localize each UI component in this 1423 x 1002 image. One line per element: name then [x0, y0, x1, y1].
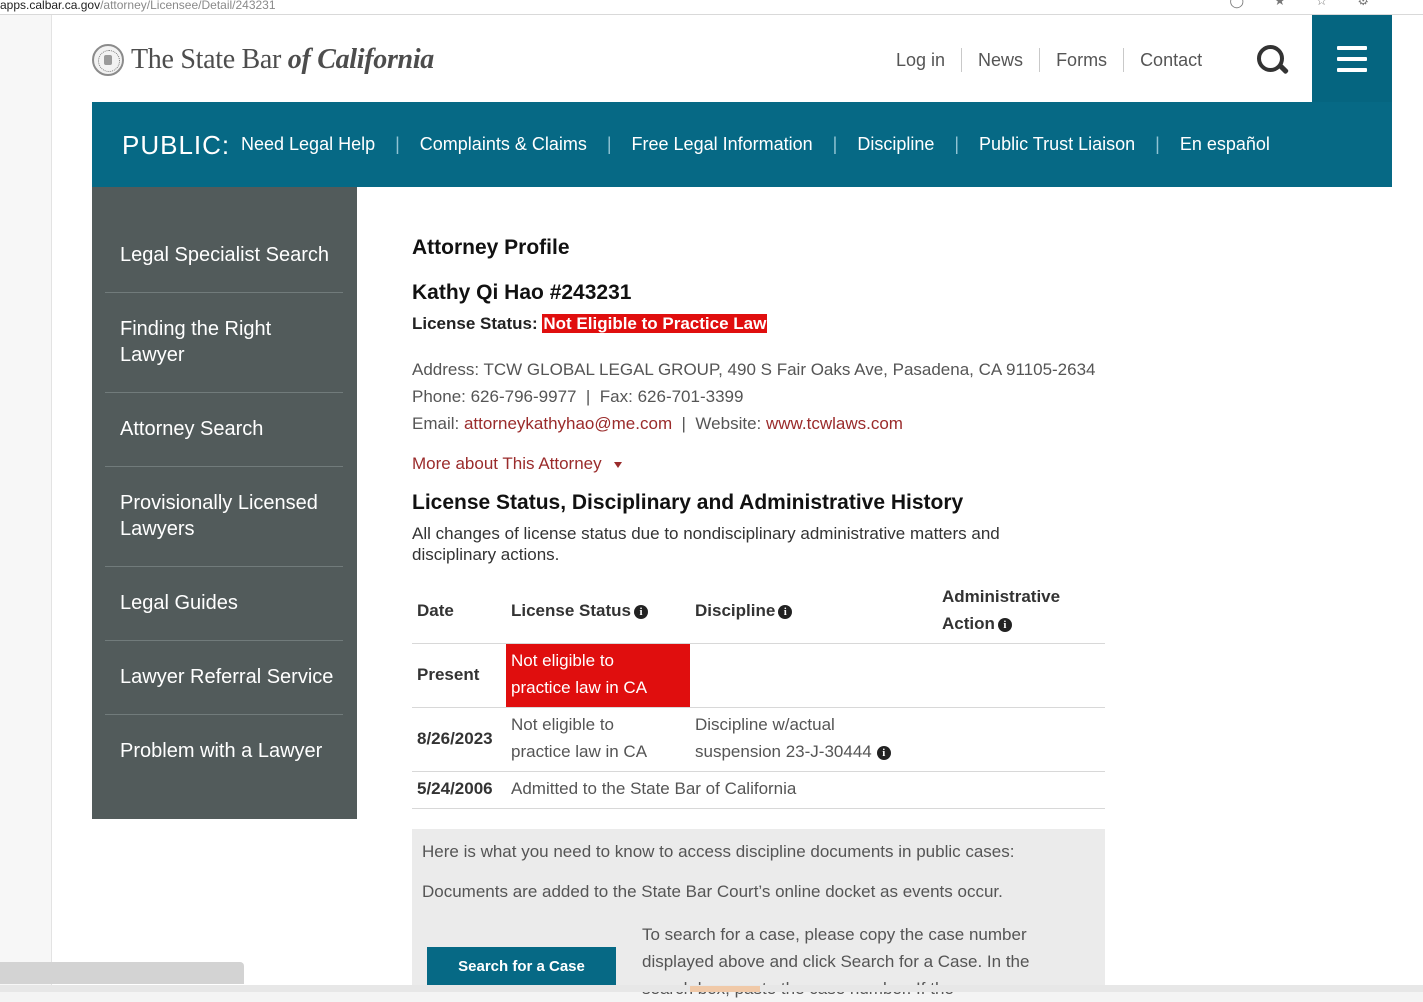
- info-icon[interactable]: i: [997, 618, 1012, 632]
- public-link-complaints[interactable]: Complaints & Claims: [420, 134, 587, 155]
- email-label: Email:: [412, 414, 460, 433]
- public-link-discipline[interactable]: Discipline: [857, 134, 934, 155]
- email-link[interactable]: attorneykathyhao@me.com: [464, 414, 672, 433]
- attorney-fax: Fax: 626-701-3399: [599, 387, 744, 406]
- page-title: Attorney Profile: [412, 236, 570, 259]
- history-heading: License Status, Disciplinary and Adminis…: [412, 491, 964, 514]
- public-link-espanol[interactable]: En español: [1180, 134, 1270, 155]
- more-about-attorney-toggle[interactable]: More about This Attorney: [412, 454, 622, 474]
- search-for-case-button[interactable]: Search for a Case: [427, 947, 616, 987]
- address-bar[interactable]: apps.calbar.ca.gov/attorney/Licensee/Det…: [0, 0, 1423, 15]
- horizontal-scrollbar[interactable]: [0, 962, 244, 984]
- attorney-phone: Phone: 626-796-9977: [412, 387, 577, 406]
- col-header-date: Date: [417, 601, 454, 620]
- public-link-free-legal-info[interactable]: Free Legal Information: [632, 134, 813, 155]
- public-link-trust-liaison[interactable]: Public Trust Liaison: [979, 134, 1135, 155]
- top-nav-forms[interactable]: Forms: [1039, 48, 1123, 72]
- row-status-2023: Not eligible to practice law in CA: [511, 715, 648, 761]
- info-icon[interactable]: i: [634, 605, 648, 619]
- state-seal-icon: [92, 44, 124, 76]
- row-date-2023: 8/26/2023: [417, 729, 493, 748]
- attorney-name: Kathy Qi Hao #243231: [412, 281, 632, 304]
- attorney-address: Address: TCW GLOBAL LEGAL GROUP, 490 S F…: [412, 360, 1096, 379]
- documents-docket-note: Documents are added to the State Bar Cou…: [422, 882, 1003, 901]
- info-icon[interactable]: i: [778, 605, 793, 619]
- public-nav-bar: PUBLIC: Need Legal Help | Complaints & Cl…: [92, 102, 1392, 187]
- nav-divider: |: [606, 134, 612, 154]
- public-link-need-legal-help[interactable]: Need Legal Help: [241, 134, 375, 155]
- public-nav-links: Need Legal Help | Complaints & Claims | Fr…: [241, 134, 1270, 155]
- public-label: PUBLIC:: [122, 130, 231, 160]
- documents-intro: Here is what you need to know to access …: [422, 842, 1015, 861]
- browser-toolbar-icons[interactable]: ◯★☆⚙: [1229, 0, 1399, 7]
- website-link[interactable]: www.tcwlaws.com: [766, 414, 903, 433]
- nav-divider: |: [954, 134, 960, 154]
- attorney-contact-links: Email: attorneykathyhao@me.com | Website…: [412, 414, 903, 433]
- top-nav-contact[interactable]: Contact: [1123, 48, 1218, 72]
- col-header-admin-action: Administrative Action i: [942, 587, 1061, 633]
- url-host: apps.calbar.ca.gov: [0, 0, 101, 12]
- bottom-indicator: [690, 986, 760, 992]
- sidebar-item-attorney-search[interactable]: Attorney Search: [105, 393, 343, 467]
- nav-divider: |: [832, 134, 838, 154]
- search-icon[interactable]: [1250, 40, 1294, 80]
- sidebar-item-legal-specialist-search[interactable]: Legal Specialist Search: [105, 219, 343, 293]
- website-label: Website:: [695, 414, 762, 433]
- row-date-present: Present: [417, 665, 480, 684]
- top-nav: Log in News Forms Contact: [880, 48, 1218, 72]
- discipline-documents-box: Here is what you need to know to access …: [412, 829, 1105, 998]
- row-status-2006: Admitted to the State Bar of California: [511, 779, 797, 798]
- attorney-phone-fax: Phone: 626-796-9977 | Fax: 626-701-3399: [412, 387, 744, 406]
- col-header-license-status: License Status i: [511, 597, 648, 624]
- license-status: License Status: Not Eligible to Practice…: [412, 314, 768, 334]
- sidebar-item-problem-with-lawyer[interactable]: Problem with a Lawyer: [105, 715, 343, 789]
- row-discipline-2023: Discipline w/actual suspension 23-J-30444…: [695, 711, 891, 765]
- top-nav-login[interactable]: Log in: [880, 48, 961, 72]
- nav-divider: |: [1155, 134, 1160, 154]
- row-divider: [412, 808, 1105, 809]
- history-description: All changes of license status due to non…: [412, 524, 1000, 564]
- sidebar-item-lawyer-referral[interactable]: Lawyer Referral Service: [105, 641, 343, 715]
- license-status-badge: Not Eligible to Practice Law: [542, 314, 768, 333]
- sidebar-item-finding-right-lawyer[interactable]: Finding the Right Lawyer: [105, 293, 343, 393]
- site-logo[interactable]: The State Bar of California: [92, 42, 434, 78]
- bottom-status-bar: [0, 985, 1423, 992]
- row-divider: [412, 771, 1105, 772]
- logo-text: The State Bar of California: [131, 44, 434, 75]
- left-gutter: [0, 15, 52, 985]
- sidebar-item-legal-guides[interactable]: Legal Guides: [105, 567, 343, 641]
- more-about-label: More about This Attorney: [412, 454, 602, 473]
- caret-down-icon: [613, 461, 622, 468]
- url-path: /attorney/Licensee/Detail/243231: [100, 0, 276, 12]
- col-header-discipline: Discipline i: [695, 597, 793, 624]
- license-status-label: License Status:: [412, 314, 538, 333]
- sidebar-item-provisionally-licensed[interactable]: Provisionally Licensed Lawyers: [105, 467, 343, 567]
- current-status-text: Not eligible to practice law in CA: [511, 651, 648, 697]
- hamburger-menu-icon[interactable]: [1312, 15, 1392, 102]
- current-status-cell: Not eligible to practice law in CA: [506, 644, 690, 707]
- nav-divider: |: [395, 134, 400, 154]
- right-gutter: [1392, 15, 1423, 985]
- info-icon[interactable]: i: [876, 746, 891, 760]
- top-nav-news[interactable]: News: [961, 48, 1039, 72]
- row-date-2006: 5/24/2006: [417, 779, 493, 798]
- row-divider: [412, 707, 1105, 708]
- sidebar: Legal Specialist Search Finding the Righ…: [92, 187, 357, 819]
